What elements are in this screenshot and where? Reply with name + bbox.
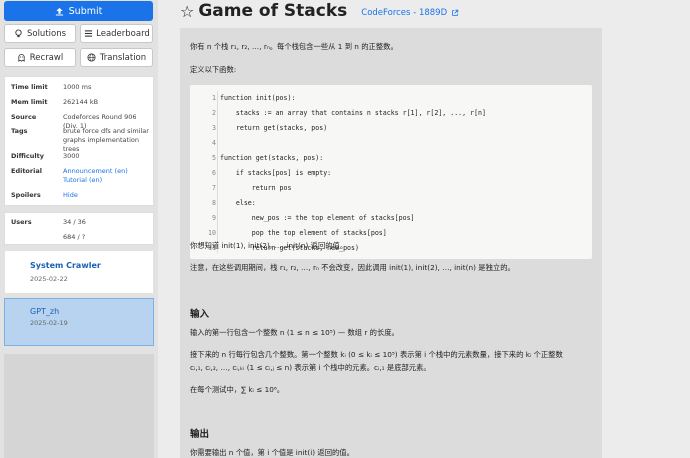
time-limit-row: Time limit 1000 ms [11, 83, 92, 91]
star-icon[interactable]: ☆ [180, 2, 194, 21]
solution-card-gpt-zh[interactable]: GPT_zh 2025-02-19 [4, 298, 154, 346]
tags-row: Tags brute force dfs and similar graphs … [11, 127, 149, 153]
output-heading: 输出 [190, 429, 210, 440]
code-line-number: 6 [212, 169, 216, 177]
code-line-number: 8 [212, 199, 216, 207]
code-line-number: 2 [212, 109, 216, 117]
source-link[interactable]: CodeForces - 1889D [361, 8, 460, 18]
input-text-4: 在每个测试中，∑ kᵢ ≤ 10⁶。 [190, 385, 285, 394]
translation-button[interactable]: Translation [80, 48, 153, 67]
card-name: System Crawler [30, 261, 101, 270]
lightbulb-icon [14, 29, 24, 39]
code-line: else: [220, 199, 256, 207]
recrawl-button[interactable]: Recrawl [4, 48, 76, 67]
input-text-1: 输入的第一行包含一个整数 n (1 ≤ n ≤ 10⁵) — 数组 r 的长度。 [190, 328, 399, 337]
leaderboard-label: Leaderboard [96, 28, 150, 39]
code-line-number: 4 [212, 139, 216, 147]
solutions-label: Solutions [26, 28, 67, 39]
input-text-2: 接下来的 n 行每行包含几个整数。第一个整数 kᵢ (0 ≤ kᵢ ≤ 10⁵)… [190, 350, 563, 359]
code-line: return pos [220, 184, 292, 192]
submit-button[interactable]: Submit [4, 1, 153, 21]
difficulty-row: Difficulty 3000 [11, 152, 80, 160]
card-date: 2025-02-22 [30, 275, 68, 283]
recrawl-label: Recrawl [29, 52, 64, 63]
upload-icon [55, 6, 65, 16]
users-count-total: 684 / ? [63, 233, 86, 241]
problem-statement: 你有 n 个栈 r₁, r₂, …, rₙ。每个栈包含一些从 1 到 n 的正整… [180, 28, 602, 458]
solution-card-system-crawler[interactable]: System Crawler 2025-02-22 [4, 250, 154, 294]
code-line: new_pos := the top element of stacks[pos… [220, 214, 415, 222]
card-date: 2025-02-19 [30, 319, 68, 327]
leaderboard-button[interactable]: Leaderboard [80, 24, 153, 43]
translation-label: Translation [99, 52, 147, 63]
code-line-number: 3 [212, 124, 216, 132]
title-row: ☆ Game of Stacks CodeForces - 1889D [180, 0, 460, 22]
list-icon [83, 29, 93, 39]
spoilers-hide-link[interactable]: Hide [63, 191, 151, 200]
left-sidebar: Submit Solutions Leaderboard Recrawl Tra… [0, 0, 158, 458]
define-text: 定义以下函数: [190, 65, 237, 74]
code-line-number: 1 [212, 94, 216, 102]
code-line-number: 10 [208, 229, 216, 237]
users-count: 34 / 36 [63, 218, 86, 226]
code-line: pop the top element of stacks[pos] [220, 229, 387, 237]
input-text-3: cᵢ,₁, cᵢ,₂, …, cᵢ,ₖᵢ (1 ≤ cᵢ,ⱼ ≤ n) 表示第 … [190, 363, 431, 372]
page-title: Game of Stacks [198, 1, 348, 21]
code-line: function get(stacks, pos): [220, 154, 324, 162]
spoilers-row: Spoilers Hide [11, 191, 151, 200]
external-link-icon [450, 8, 460, 18]
code-line: return get(stacks, pos) [220, 124, 328, 132]
users-label: Users [11, 218, 32, 226]
code-line-number: 7 [212, 184, 216, 192]
note-text: 注意，在这些调用期间，栈 r₁, r₂, …, rₙ 不会改变，因此调用 ini… [190, 263, 515, 272]
output-text-1: 你需要输出 n 个值，第 i 个值是 init(i) 返回的值。 [190, 448, 354, 457]
code-line-number: 5 [212, 154, 216, 162]
code-line: if stacks[pos] is empty: [220, 169, 332, 177]
card-name: GPT_zh [30, 307, 60, 316]
problem-info-panel: Time limit 1000 ms Mem limit 262144 kB S… [4, 76, 154, 206]
intro-text: 你有 n 个栈 r₁, r₂, …, rₙ。每个栈包含一些从 1 到 n 的正整… [190, 42, 398, 51]
users-panel: Users 34 / 36 684 / ? [4, 212, 154, 245]
mem-limit-row: Mem limit 262144 kB [11, 98, 99, 106]
input-heading: 输入 [190, 309, 210, 320]
editorial-link[interactable]: Announcement (en) Tutorial (en) [63, 167, 151, 185]
globe-icon [87, 53, 97, 63]
editorial-row: Editorial Announcement (en) Tutorial (en… [11, 167, 151, 185]
submit-label: Submit [68, 5, 103, 17]
code-line-number: 9 [212, 214, 216, 222]
code-block: 1 function init(pos): 2 stacks := an array… [190, 85, 592, 259]
solutions-button[interactable]: Solutions [4, 24, 76, 43]
want-text: 你想知道 init(1), init(2), …, init(n) 返回的值。 [190, 241, 348, 250]
code-line: stacks := an array that contains n stack… [220, 109, 486, 117]
ghost-icon [17, 53, 27, 63]
code-line: function init(pos): [220, 94, 296, 102]
sidebar-empty-area [4, 354, 154, 458]
